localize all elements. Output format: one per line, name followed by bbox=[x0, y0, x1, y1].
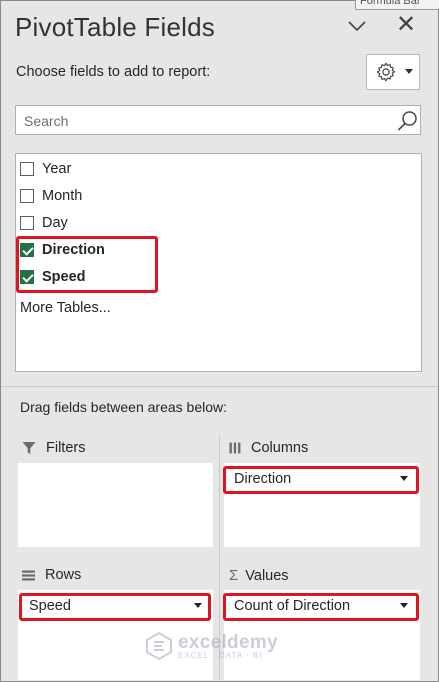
search-box[interactable] bbox=[15, 105, 421, 135]
close-icon[interactable]: ✕ bbox=[396, 13, 416, 37]
more-tables-link[interactable]: More Tables... bbox=[20, 300, 111, 316]
filters-label: Filters bbox=[46, 440, 86, 456]
field-list: Year Month Day Direction Speed More Tabl… bbox=[15, 153, 422, 372]
exceldemy-logo-icon bbox=[146, 632, 172, 660]
highlight-box-fields bbox=[16, 236, 158, 293]
field-label: Year bbox=[42, 161, 72, 177]
field-label: Day bbox=[42, 215, 68, 231]
highlight-box-values bbox=[223, 593, 419, 621]
rows-label: Rows bbox=[45, 567, 82, 583]
formula-bar-tooltip: Formula Bar bbox=[355, 0, 439, 10]
columns-icon bbox=[229, 442, 241, 454]
gear-icon bbox=[376, 62, 396, 82]
field-item-day[interactable]: Day bbox=[20, 212, 68, 234]
columns-area-header: Columns bbox=[229, 440, 308, 456]
exceldemy-watermark: exceldemy EXCEL · DATA · BI bbox=[146, 632, 278, 660]
values-area-header: Σ Values bbox=[229, 567, 289, 584]
caret-down-icon bbox=[405, 69, 413, 74]
sigma-icon: Σ bbox=[229, 567, 239, 584]
rows-icon bbox=[22, 570, 35, 580]
filter-icon bbox=[22, 442, 36, 454]
highlight-box-columns bbox=[223, 466, 419, 494]
field-label: Month bbox=[42, 188, 83, 204]
field-item-year[interactable]: Year bbox=[20, 158, 71, 180]
checkbox-month[interactable] bbox=[20, 189, 34, 203]
chevron-down-icon[interactable] bbox=[347, 18, 367, 34]
drag-fields-label: Drag fields between areas below: bbox=[20, 399, 228, 415]
choose-fields-label: Choose fields to add to report: bbox=[16, 64, 211, 80]
filters-drop-zone[interactable] bbox=[18, 463, 213, 547]
values-label: Values bbox=[245, 567, 289, 584]
search-input[interactable] bbox=[22, 110, 386, 132]
divider bbox=[1, 386, 438, 387]
tools-button[interactable] bbox=[366, 54, 420, 90]
rows-area-header: Rows bbox=[22, 567, 81, 583]
field-item-month[interactable]: Month bbox=[20, 185, 82, 207]
pane-title: PivotTable Fields bbox=[15, 12, 215, 42]
highlight-box-rows bbox=[19, 593, 211, 621]
columns-label: Columns bbox=[251, 440, 309, 456]
columns-drop-zone[interactable]: Direction bbox=[223, 463, 420, 547]
checkbox-year[interactable] bbox=[20, 162, 34, 176]
filters-area-header: Filters bbox=[22, 440, 85, 456]
checkbox-day[interactable] bbox=[20, 216, 34, 230]
search-icon[interactable] bbox=[397, 110, 419, 132]
